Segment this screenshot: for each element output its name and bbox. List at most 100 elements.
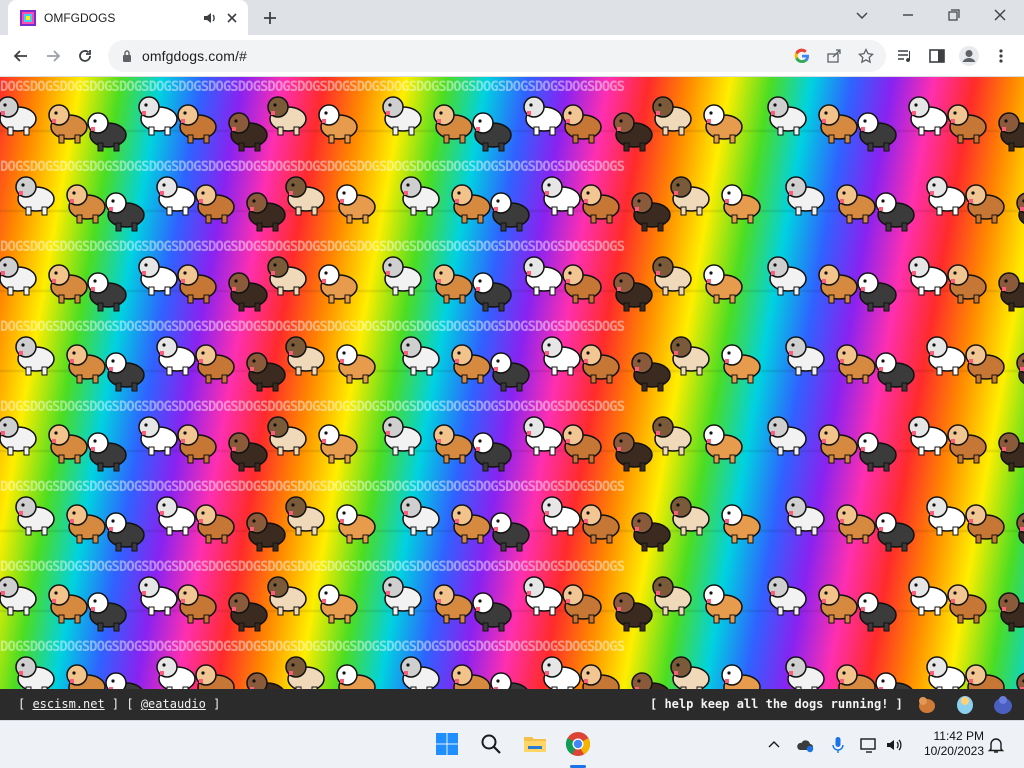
- running-dog: [670, 656, 710, 689]
- close-icon[interactable]: [224, 10, 240, 26]
- running-dog: [562, 424, 602, 464]
- dogs-band: DOGSDOGSDOGSDOGSDOGSDOGSDOGSDOGSDOGSDOGS…: [0, 477, 1024, 557]
- notification-icon[interactable]: [986, 735, 1006, 755]
- star-icon[interactable]: [858, 48, 874, 64]
- running-dog: [48, 584, 88, 624]
- running-dog: [318, 584, 358, 624]
- side-panel-icon[interactable]: [926, 45, 948, 67]
- display-icon[interactable]: [859, 735, 879, 755]
- url-text[interactable]: omfgdogs.com/#: [142, 48, 247, 64]
- running-dog: [490, 192, 530, 232]
- running-dog: [472, 592, 512, 632]
- running-dog: [66, 664, 106, 689]
- lock-icon[interactable]: [120, 49, 134, 63]
- reload-icon[interactable]: [74, 45, 96, 67]
- running-dog: [156, 176, 196, 216]
- running-dog: [177, 264, 217, 304]
- running-dog: [562, 104, 602, 144]
- running-dog: [875, 192, 915, 232]
- running-dog: [523, 576, 563, 616]
- running-dog: [15, 656, 55, 689]
- dog-pack: [0, 256, 1024, 312]
- running-dog: [670, 496, 710, 536]
- chevron-up-icon[interactable]: [764, 735, 784, 755]
- running-dog: [228, 592, 268, 632]
- minimize-icon[interactable]: [894, 4, 922, 26]
- running-dog: [926, 496, 966, 536]
- running-dog: [382, 96, 422, 136]
- running-dog: [451, 184, 491, 224]
- running-dog: [785, 336, 825, 376]
- browser-tab[interactable]: OMFGDOGS: [8, 0, 248, 35]
- running-dog: [105, 512, 145, 552]
- dog-sprite-icon: [957, 696, 973, 714]
- running-dog: [105, 352, 145, 392]
- search-icon[interactable]: [477, 730, 505, 758]
- running-dog: [947, 104, 987, 144]
- running-dog: [875, 352, 915, 392]
- running-dog: [87, 592, 127, 632]
- running-dog: [652, 416, 692, 456]
- profile-icon[interactable]: [958, 45, 980, 67]
- microphone-icon[interactable]: [828, 735, 848, 755]
- dog-pack: [0, 96, 1024, 152]
- windows-start-icon[interactable]: [433, 730, 461, 758]
- running-dog: [580, 344, 620, 384]
- running-dog: [580, 504, 620, 544]
- running-dog: [998, 592, 1024, 632]
- running-dog: [785, 176, 825, 216]
- running-dog: [875, 672, 913, 689]
- menu-icon[interactable]: [990, 45, 1012, 67]
- running-dog: [721, 664, 761, 689]
- running-dog: [767, 96, 807, 136]
- volume-icon[interactable]: [884, 735, 904, 755]
- running-dog: [652, 576, 692, 616]
- google-icon[interactable]: [794, 48, 810, 64]
- running-dog: [490, 672, 528, 689]
- running-dog: [1016, 192, 1024, 225]
- running-dog: [926, 336, 966, 376]
- running-dog: [523, 96, 563, 136]
- escism-link[interactable]: escism.net: [32, 697, 104, 711]
- running-dog: [562, 264, 602, 304]
- running-dog: [195, 344, 235, 384]
- running-dog: [631, 352, 671, 392]
- eataudio-link[interactable]: @eataudio: [141, 697, 206, 711]
- chevron-down-icon[interactable]: [848, 4, 876, 26]
- running-dog: [15, 496, 55, 536]
- donate-link[interactable]: [ help keep all the dogs running! ]: [650, 697, 903, 711]
- running-dog: [336, 504, 376, 544]
- running-dog: [105, 192, 145, 232]
- running-dog: [48, 424, 88, 464]
- running-dog: [580, 664, 620, 689]
- running-dog: [138, 576, 178, 616]
- media-control-icon[interactable]: [894, 45, 916, 67]
- address-bar[interactable]: omfgdogs.com/#: [108, 40, 886, 72]
- restore-icon[interactable]: [940, 4, 968, 26]
- window-close-icon[interactable]: [986, 4, 1014, 26]
- running-dog: [652, 96, 692, 136]
- forward-icon[interactable]: [42, 45, 64, 67]
- chrome-icon[interactable]: [564, 730, 592, 758]
- running-dog: [87, 432, 127, 472]
- audio-icon[interactable]: [202, 10, 218, 26]
- running-dog: [580, 184, 620, 224]
- running-dog: [613, 432, 653, 472]
- running-dog: [48, 264, 88, 304]
- page-footer-bar: [ escism.net ] [ @eataudio ] [ help keep…: [0, 689, 1024, 720]
- running-dog: [785, 496, 825, 536]
- running-dog: [48, 104, 88, 144]
- running-dog: [336, 664, 376, 689]
- system-clock[interactable]: 11:42 PM 10/20/2023: [914, 729, 984, 759]
- running-dog: [541, 176, 581, 216]
- share-icon[interactable]: [826, 48, 842, 64]
- running-dog: [836, 664, 876, 689]
- file-explorer-icon[interactable]: [521, 730, 549, 758]
- onedrive-icon[interactable]: [795, 735, 815, 755]
- new-tab-icon[interactable]: [260, 8, 280, 28]
- dogs-band: DOGSDOGSDOGSDOGSDOGSDOGSDOGSDOGSDOGSDOGS…: [0, 557, 1024, 637]
- running-dog: [87, 272, 127, 312]
- running-dog: [908, 256, 948, 296]
- back-icon[interactable]: [10, 45, 32, 67]
- running-dog: [631, 192, 671, 232]
